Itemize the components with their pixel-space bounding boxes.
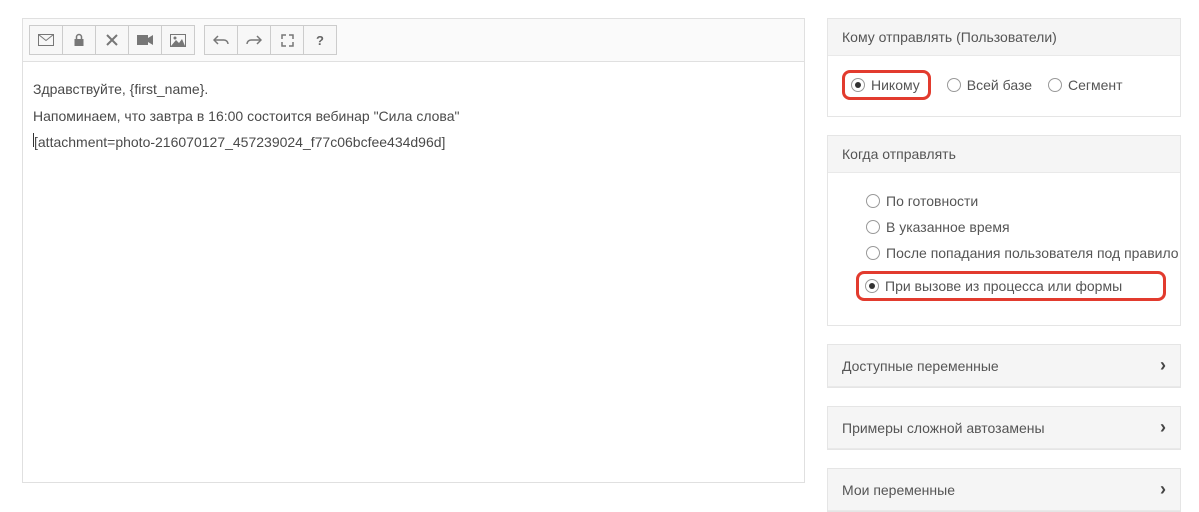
editor-line: Здравствуйте, {first_name}.	[33, 76, 794, 103]
autoreplace-examples-panel[interactable]: Примеры сложной автозамены ›	[827, 406, 1181, 450]
my-vars-panel[interactable]: Мои переменные ›	[827, 468, 1181, 512]
available-vars-panel[interactable]: Доступные переменные ›	[827, 344, 1181, 388]
radio-label: Всей базе	[967, 77, 1032, 93]
when-panel: Когда отправлять По готовности В указанн…	[827, 135, 1181, 326]
radio-when-scheduled[interactable]: В указанное время	[866, 219, 1166, 235]
panel-title: Когда отправлять	[828, 136, 1180, 173]
editor-toolbar: ?	[23, 19, 804, 62]
radio-label: По готовности	[886, 193, 978, 209]
editor-textarea[interactable]: Здравствуйте, {first_name}. Напоминаем, …	[23, 62, 804, 482]
video-icon[interactable]	[128, 25, 162, 55]
expand-icon[interactable]	[270, 25, 304, 55]
chevron-right-icon: ›	[1160, 355, 1166, 376]
editor-line: [attachment=photo-216070127_457239024_f7…	[33, 129, 794, 156]
image-icon[interactable]	[161, 25, 195, 55]
radio-label: После попадания пользователя под правило	[886, 245, 1179, 261]
chevron-right-icon: ›	[1160, 479, 1166, 500]
recipients-panel: Кому отправлять (Пользователи) Никому Вс…	[827, 18, 1181, 117]
lock-icon[interactable]	[62, 25, 96, 55]
close-icon[interactable]	[95, 25, 129, 55]
radio-when-rule[interactable]: После попадания пользователя под правило	[866, 245, 1166, 261]
radio-recipients-all[interactable]: Всей базе	[947, 77, 1032, 93]
panel-title: Мои переменные	[842, 482, 955, 498]
redo-icon[interactable]	[237, 25, 271, 55]
editor: ? Здравствуйте, {first_name}. Напоминаем…	[22, 18, 805, 483]
panel-title: Доступные переменные	[842, 358, 999, 374]
email-icon[interactable]	[29, 25, 63, 55]
radio-label: При вызове из процесса или формы	[885, 278, 1122, 294]
panel-title: Кому отправлять (Пользователи)	[828, 19, 1180, 56]
radio-label: В указанное время	[886, 219, 1010, 235]
chevron-right-icon: ›	[1160, 417, 1166, 438]
editor-line: Напоминаем, что завтра в 16:00 состоится…	[33, 103, 794, 130]
radio-when-process[interactable]: При вызове из процесса или формы	[865, 278, 1122, 294]
undo-icon[interactable]	[204, 25, 238, 55]
radio-recipients-segment[interactable]: Сегмент	[1048, 77, 1123, 93]
panel-title: Примеры сложной автозамены	[842, 420, 1045, 436]
radio-recipients-none[interactable]: Никому	[851, 77, 920, 93]
radio-label: Никому	[871, 77, 920, 93]
radio-label: Сегмент	[1068, 77, 1123, 93]
radio-when-ready[interactable]: По готовности	[866, 193, 1166, 209]
help-icon[interactable]: ?	[303, 25, 337, 55]
